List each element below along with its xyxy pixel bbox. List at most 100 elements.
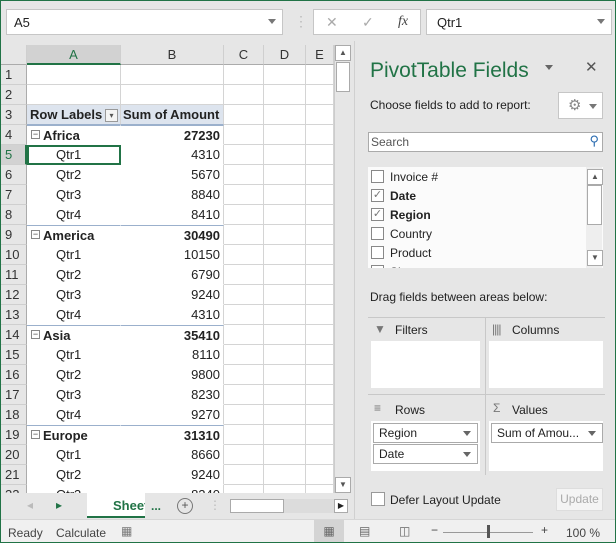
page-layout-view-icon[interactable]: ▤	[359, 524, 370, 538]
cell-empty[interactable]	[306, 485, 334, 493]
field-checkbox[interactable]	[371, 246, 384, 259]
cell-empty[interactable]	[264, 105, 306, 125]
columns-area[interactable]	[489, 341, 603, 388]
row-header[interactable]: 4	[1, 125, 27, 145]
cell-empty[interactable]	[306, 285, 334, 305]
cell-empty[interactable]	[224, 245, 264, 265]
cell-empty[interactable]	[224, 405, 264, 425]
cell-empty[interactable]	[264, 445, 306, 465]
field-item-label[interactable]: Sh...	[390, 265, 415, 268]
field-item-label[interactable]: Invoice #	[390, 170, 438, 184]
cell-empty[interactable]	[306, 125, 334, 145]
prev-sheet-icon[interactable]: ◂	[27, 498, 33, 512]
normal-view-icon[interactable]: ▦	[314, 520, 344, 542]
cell-empty[interactable]	[264, 485, 306, 493]
cell-empty[interactable]	[264, 425, 306, 445]
cell-empty[interactable]	[306, 165, 334, 185]
cell-value[interactable]: 30490	[121, 225, 224, 245]
cell-row-label[interactable]: Qtr2	[27, 365, 121, 385]
cell-empty[interactable]	[224, 165, 264, 185]
cancel-icon[interactable]: ✕	[326, 14, 338, 31]
zoom-out-button[interactable]: −	[431, 523, 438, 537]
cell-empty[interactable]	[264, 85, 306, 105]
cell-empty[interactable]	[264, 385, 306, 405]
cell-row-label[interactable]: America	[27, 225, 121, 245]
column-header-d[interactable]: D	[264, 45, 306, 65]
scroll-up-icon[interactable]: ▲	[587, 169, 603, 185]
zoom-slider-thumb[interactable]	[487, 525, 490, 538]
filter-dropdown-icon[interactable]: ▾	[105, 109, 118, 122]
field-checkbox[interactable]: ✓	[371, 208, 384, 221]
calculate-button[interactable]: Calculate	[56, 526, 106, 540]
macro-record-icon[interactable]: ▦	[121, 524, 132, 538]
insert-function-icon[interactable]: fx	[398, 14, 408, 30]
column-header-a[interactable]: A	[27, 45, 121, 65]
scroll-down-icon[interactable]: ▼	[335, 477, 351, 493]
cell-empty[interactable]	[224, 285, 264, 305]
cell-empty[interactable]	[264, 465, 306, 485]
cell-empty[interactable]	[224, 265, 264, 285]
row-header[interactable]: 17	[1, 385, 27, 405]
cell-row-label[interactable]: Qtr3	[27, 185, 121, 205]
zoom-in-button[interactable]: +	[541, 523, 548, 537]
row-header[interactable]: 22	[1, 485, 27, 493]
update-button[interactable]: Update	[556, 488, 603, 511]
cell-row-label[interactable]: Qtr3	[27, 285, 121, 305]
cell-row-label[interactable]	[27, 65, 121, 85]
collapse-icon[interactable]: −	[31, 330, 40, 339]
cell-empty[interactable]	[224, 205, 264, 225]
chevron-down-icon[interactable]	[268, 19, 276, 24]
chevron-down-icon[interactable]	[463, 431, 471, 436]
cell-value[interactable]: 6790	[121, 265, 224, 285]
collapse-icon[interactable]: −	[31, 230, 40, 239]
row-header[interactable]: 2	[1, 85, 27, 105]
formula-input[interactable]: Qtr1	[426, 9, 612, 35]
cell-value[interactable]: 9270	[121, 405, 224, 425]
row-header[interactable]: 1	[1, 65, 27, 85]
cell-row-label[interactable]: Qtr4	[27, 405, 121, 425]
cell-empty[interactable]	[224, 465, 264, 485]
cell-empty[interactable]	[306, 425, 334, 445]
cell-value[interactable]: Sum of Amount	[121, 105, 224, 125]
cell-row-label[interactable]: Qtr1	[27, 345, 121, 365]
cell-value[interactable]: 8110	[121, 345, 224, 365]
cell-row-label[interactable]: Africa	[27, 125, 121, 145]
rows-field-date[interactable]: Date	[373, 444, 478, 464]
column-header-b[interactable]: B	[121, 45, 224, 65]
cell-value[interactable]: 8230	[121, 385, 224, 405]
field-item-label[interactable]: Date	[390, 189, 416, 203]
cell-empty[interactable]	[224, 125, 264, 145]
cell-empty[interactable]	[264, 185, 306, 205]
scroll-up-icon[interactable]: ▲	[335, 45, 351, 61]
cell-value[interactable]: 9240	[121, 285, 224, 305]
cell-value[interactable]: 9800	[121, 365, 224, 385]
column-header-c[interactable]: C	[224, 45, 264, 65]
collapse-icon[interactable]: −	[31, 130, 40, 139]
cell-empty[interactable]	[306, 445, 334, 465]
field-item-label[interactable]: Region	[390, 208, 431, 222]
cell-value[interactable]: 27230	[121, 125, 224, 145]
row-header[interactable]: 10	[1, 245, 27, 265]
cell-empty[interactable]	[264, 145, 306, 165]
cell-empty[interactable]	[306, 265, 334, 285]
cell-empty[interactable]	[224, 445, 264, 465]
cell-value[interactable]: 8240	[121, 485, 224, 493]
row-header[interactable]: 3	[1, 105, 27, 125]
cell-empty[interactable]	[306, 305, 334, 325]
field-checkbox[interactable]	[371, 265, 384, 268]
cell-row-label[interactable]: Asia	[27, 325, 121, 345]
sheet-tab-sheet1[interactable]: Sheet1	[87, 493, 145, 518]
filters-area[interactable]	[371, 341, 480, 388]
zoom-level[interactable]: 100 %	[566, 526, 600, 540]
cell-empty[interactable]	[224, 225, 264, 245]
rows-field-region[interactable]: Region	[373, 423, 478, 443]
defer-layout-checkbox[interactable]	[371, 492, 385, 506]
name-box[interactable]: A5	[6, 9, 283, 35]
cell-value[interactable]	[121, 65, 224, 85]
cell-empty[interactable]	[306, 105, 334, 125]
values-area[interactable]: Sum of Amou...	[489, 421, 603, 471]
cell-empty[interactable]	[264, 405, 306, 425]
cell-row-label[interactable]: Qtr2	[27, 165, 121, 185]
scroll-thumb[interactable]	[336, 62, 350, 92]
cell-value[interactable]	[121, 85, 224, 105]
